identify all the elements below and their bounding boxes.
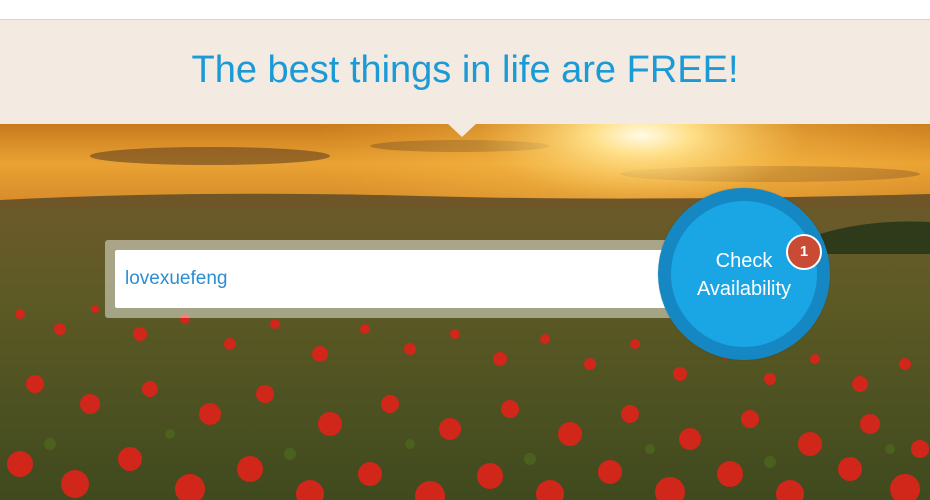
banner-pointer	[447, 123, 477, 137]
check-label-line2: Availability	[696, 278, 792, 300]
check-availability-inner[interactable]: Check Availability	[671, 201, 817, 347]
check-availability-button[interactable]: Check Availability	[658, 188, 830, 360]
page-headline: The best things in life are FREE!	[191, 49, 739, 91]
domain-search-input[interactable]	[115, 250, 675, 308]
notification-badge: 1	[786, 234, 822, 270]
top-bar	[0, 0, 930, 20]
